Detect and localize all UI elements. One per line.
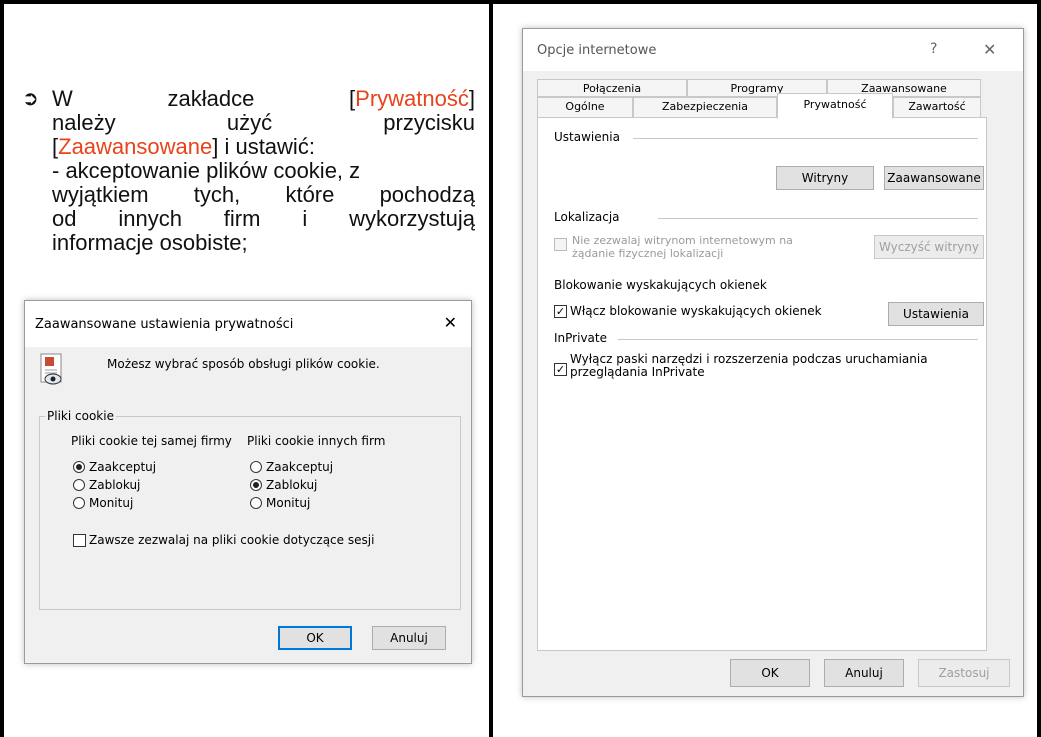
instruction-line-3: [Zaawansowane] i ustawić: (52, 134, 315, 159)
inprivate-divider (618, 339, 978, 340)
advanced-privacy-dialog: Zaawansowane ustawienia prywatności ✕ Mo… (24, 300, 472, 664)
popup-section-label: Blokowanie wyskakujących okienek (554, 278, 767, 292)
third-party-header: Pliki cookie innych firm (247, 434, 386, 448)
internet-options-dialog: Opcje internetowe ? ✕ Połączenia Program… (522, 28, 1024, 697)
settings-divider (633, 138, 978, 139)
close-icon[interactable]: ✕ (444, 313, 457, 332)
location-section-label: Lokalizacja (554, 210, 620, 224)
first-party-prompt-radio[interactable] (73, 497, 85, 509)
title-bar: Opcje internetowe ? ✕ (523, 29, 1023, 71)
first-party-accept-label: Zaakceptuj (89, 460, 157, 474)
instruction-line-2: należy użyć przycisku (52, 110, 475, 135)
advanced-button[interactable]: Zaawansowane (884, 166, 984, 190)
privacy-tab-highlight: Prywatność (355, 86, 469, 111)
popup-checkbox-label: Włącz blokowanie wyskakujących okienek (570, 304, 822, 318)
tab-panel: Ustawienia Witryny Zaawansowane Lokaliza… (537, 117, 987, 651)
first-party-accept-radio[interactable] (73, 461, 85, 473)
third-party-prompt-radio[interactable] (250, 497, 262, 509)
tab-connections[interactable]: Połączenia (537, 79, 687, 97)
instruction-line-5: wyjątkiem tych, które pochodzą (52, 182, 475, 207)
first-party-header: Pliki cookie tej samej firmy (71, 434, 232, 448)
arrow-bullet-icon: ➲ (22, 88, 39, 110)
tab-general[interactable]: Ogólne (537, 97, 633, 118)
column-divider (489, 0, 493, 737)
ok-button[interactable]: OK (730, 659, 810, 687)
popup-settings-button[interactable]: Ustawienia (888, 302, 984, 326)
third-party-prompt-label: Monituj (266, 496, 311, 510)
ok-button[interactable]: OK (278, 626, 352, 650)
inprivate-checkbox[interactable]: ✓ (554, 363, 567, 376)
location-checkbox-label: Nie zezwalaj witrynom internetowym na żąd… (572, 234, 793, 260)
tab-content[interactable]: Zawartość (893, 97, 981, 118)
instruction-line-1: W zakładce [Prywatność] (52, 86, 475, 111)
privacy-document-icon (40, 353, 62, 385)
third-party-block-radio[interactable] (250, 479, 262, 491)
third-party-accept-label: Zaakceptuj (266, 460, 334, 474)
first-party-block-label: Zablokuj (89, 478, 141, 492)
popup-checkbox[interactable]: ✓ (554, 305, 567, 318)
apply-button[interactable]: Zastosuj (918, 659, 1010, 687)
instruction-line-6: od innych firm i wykorzystują (52, 206, 475, 231)
tab-security[interactable]: Zabezpieczenia (633, 97, 777, 118)
location-checkbox[interactable] (554, 238, 567, 251)
help-icon[interactable]: ? (930, 41, 937, 57)
instruction-line-4: - akceptowanie plików cookie, z (52, 158, 361, 183)
sites-button[interactable]: Witryny (776, 166, 874, 190)
cookie-group-label: Pliki cookie (45, 409, 116, 423)
cancel-button[interactable]: Anuluj (372, 626, 446, 650)
instruction-line-7: informacje osobiste; (52, 230, 248, 255)
session-cookies-checkbox[interactable] (73, 534, 86, 547)
dialog-title: Zaawansowane ustawienia prywatności (35, 317, 294, 332)
third-party-accept-radio[interactable] (250, 461, 262, 473)
dialog-description: Możesz wybrać sposób obsługi plików cook… (107, 357, 380, 371)
third-party-block-label: Zablokuj (266, 478, 318, 492)
clear-sites-button[interactable]: Wyczyść witryny (874, 235, 984, 259)
location-divider (658, 218, 978, 219)
session-cookies-label: Zawsze zezwalaj na pliki cookie dotycząc… (89, 533, 375, 547)
settings-section-label: Ustawienia (554, 130, 620, 144)
tab-privacy[interactable]: Prywatność (777, 93, 893, 119)
dialog-title: Opcje internetowe (537, 43, 657, 58)
advanced-button-highlight: Zaawansowane (58, 134, 213, 159)
inprivate-section-label: InPrivate (554, 331, 607, 345)
cancel-button[interactable]: Anuluj (824, 659, 904, 687)
first-party-prompt-label: Monituj (89, 496, 134, 510)
instruction-text: ➲ W zakładce [Prywatność] należy użyć pr… (22, 86, 475, 255)
first-party-block-radio[interactable] (73, 479, 85, 491)
inprivate-checkbox-label: Wyłącz paski narzędzi i rozszerzenia pod… (570, 352, 928, 379)
close-icon[interactable]: ✕ (983, 40, 996, 59)
dialog-body: Możesz wybrać sposób obsługi plików cook… (25, 347, 471, 663)
